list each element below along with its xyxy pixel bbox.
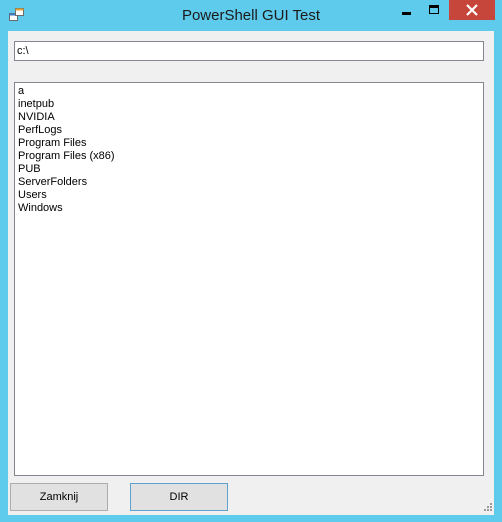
list-item[interactable]: Program Files (x86) bbox=[18, 150, 483, 163]
close-button[interactable]: Zamknij bbox=[10, 483, 108, 511]
minimize-icon bbox=[402, 12, 411, 15]
list-item[interactable]: Windows bbox=[18, 202, 483, 215]
close-window-button[interactable] bbox=[449, 0, 495, 20]
list-item[interactable]: PerfLogs bbox=[18, 124, 483, 137]
list-item[interactable]: Program Files bbox=[18, 137, 483, 150]
list-item[interactable]: a bbox=[18, 85, 483, 98]
minimize-button[interactable] bbox=[393, 0, 420, 20]
title-bar[interactable]: PowerShell GUI Test bbox=[0, 0, 502, 31]
list-item[interactable]: NVIDIA bbox=[18, 111, 483, 124]
dir-button[interactable]: DIR bbox=[130, 483, 228, 511]
app-window: PowerShell GUI Test ainetpubNVIDIAPerfLo… bbox=[0, 0, 502, 522]
list-item[interactable]: Users bbox=[18, 189, 483, 202]
list-item[interactable]: inetpub bbox=[18, 98, 483, 111]
resize-grip-icon[interactable] bbox=[481, 502, 493, 514]
path-input[interactable] bbox=[14, 41, 484, 61]
directory-listbox[interactable]: a inetpub NVIDIA PerfLogs Program Files Progr… bbox=[14, 82, 484, 476]
list-item[interactable]: ServerFolders bbox=[18, 176, 483, 189]
form-client-area: ainetpubNVIDIAPerfLogsProgram FilesProgr… bbox=[8, 31, 494, 515]
maximize-button[interactable] bbox=[420, 0, 448, 20]
maximize-icon bbox=[429, 5, 439, 14]
list-item[interactable]: PUB bbox=[18, 163, 483, 176]
close-icon bbox=[466, 4, 478, 16]
